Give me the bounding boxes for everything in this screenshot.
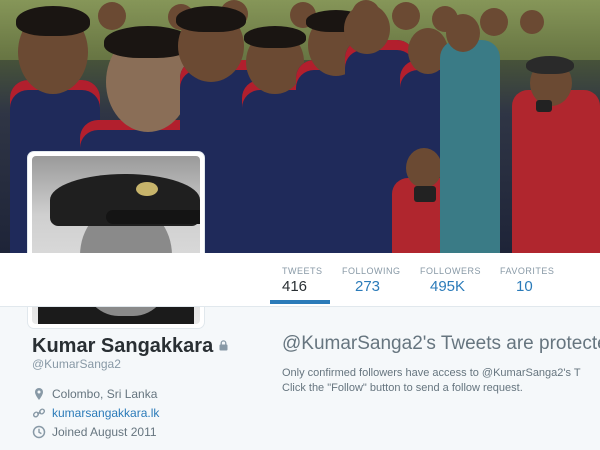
profile-joined: Joined August 2011	[32, 425, 157, 439]
stat-favorites-value: 10	[516, 278, 533, 295]
protected-line-2: Click the "Follow" button to send a foll…	[282, 382, 523, 394]
location-text: Colombo, Sri Lanka	[52, 387, 158, 401]
stat-favorites-label: FAVORITES	[500, 266, 555, 276]
location-pin-icon	[35, 388, 43, 400]
stat-tweets-label: TWEETS	[282, 266, 323, 276]
protected-title: @KumarSanga2's Tweets are protected	[282, 333, 600, 354]
profile-handle[interactable]: @KumarSanga2	[32, 357, 121, 371]
clock-icon	[32, 425, 46, 439]
lock-icon	[219, 340, 228, 351]
profile-name: Kumar Sangakkara	[32, 335, 228, 358]
protected-body: Only confirmed followers have access to …	[282, 366, 600, 396]
profile-name-text: Kumar Sangakkara	[32, 335, 214, 357]
protected-line-1: Only confirmed followers have access to …	[282, 367, 581, 379]
profile-location: Colombo, Sri Lanka	[32, 387, 157, 401]
joined-text: Joined August 2011	[52, 425, 157, 439]
profile-website[interactable]: kumarsangakkara.lk	[32, 406, 159, 420]
link-icon	[32, 408, 46, 418]
profile-nav: TWEETS 416 FOLLOWING 273 FOLLOWERS 495K …	[0, 253, 600, 307]
stat-following-value: 273	[355, 278, 381, 295]
stat-tweets-value: 416	[282, 278, 308, 295]
stat-followers-value: 495K	[430, 278, 466, 295]
stat-followers-label: FOLLOWERS	[420, 266, 482, 276]
website-link[interactable]: kumarsangakkara.lk	[52, 406, 159, 420]
active-tab-underline	[270, 300, 330, 304]
stat-following-label: FOLLOWING	[342, 266, 401, 276]
